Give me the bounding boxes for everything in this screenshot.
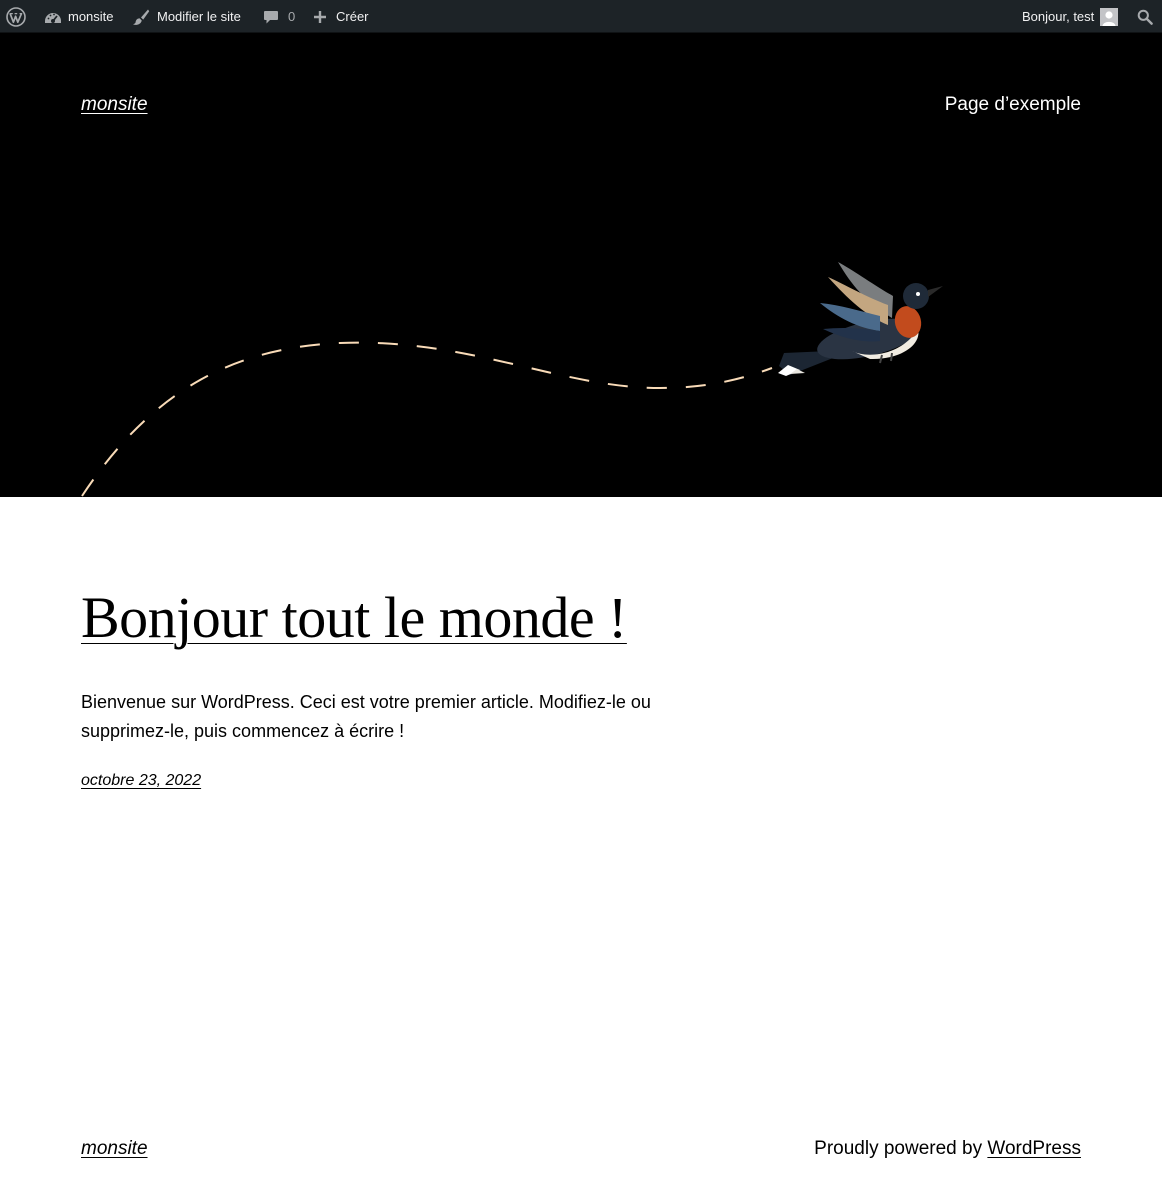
wordpress-link[interactable]: WordPress [987,1138,1081,1159]
comment-bubble-icon [262,9,280,25]
my-account-menu[interactable]: Bonjour, test [1022,0,1119,33]
bird-illustration [778,262,943,376]
comments-count: 0 [288,9,296,24]
admin-bar: monsite Modifier le site 0 Créer Bonjour… [0,0,1162,33]
plus-icon [312,10,328,24]
comments-button[interactable]: 0 [262,0,295,33]
user-avatar-icon [1102,10,1116,26]
wordpress-menu[interactable] [6,0,28,33]
new-content-label: Créer [336,9,369,24]
avatar [1100,7,1119,26]
admin-site-name-label: monsite [68,9,114,24]
new-content-button[interactable]: Créer [312,0,369,33]
post-excerpt: Bienvenue sur WordPress. Ceci est votre … [81,692,651,741]
dashed-flight-path [81,341,773,497]
post-date-link[interactable]: octobre 23, 2022 [81,772,201,790]
nav-item-sample-page[interactable]: Page d’exemple [945,94,1081,116]
edit-site-button[interactable]: Modifier le site [131,0,241,33]
account-greeting: Bonjour, test [1022,9,1095,24]
admin-site-name[interactable]: monsite [43,0,114,33]
admin-search-button[interactable] [1137,0,1153,33]
brush-icon [131,8,151,26]
site-header: monsite Page d’exemple [0,33,1162,497]
footer-credit-text: Proudly powered by [814,1138,983,1159]
post-title-link[interactable]: Bonjour tout le monde ! [81,585,627,651]
footer-credit: Proudly powered by WordPress [814,1138,1081,1160]
footer-site-title-link[interactable]: monsite [81,1138,148,1160]
dashboard-icon [43,9,63,25]
wordpress-logo-icon [6,6,26,27]
site-title-link[interactable]: monsite [81,94,148,116]
edit-site-label: Modifier le site [157,9,241,24]
search-icon [1137,9,1153,25]
